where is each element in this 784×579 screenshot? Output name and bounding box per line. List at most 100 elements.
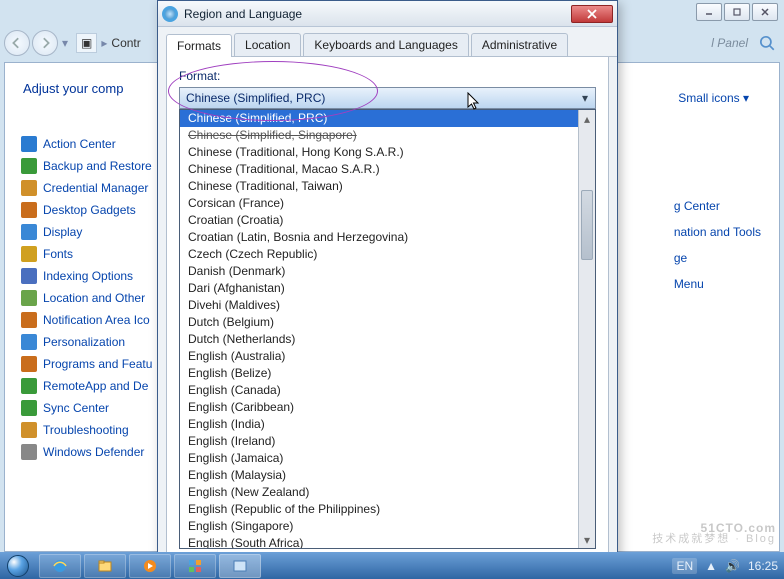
back-button[interactable] <box>4 30 30 56</box>
taskbar-explorer-icon[interactable] <box>84 554 126 578</box>
taskbar-ie-icon[interactable] <box>39 554 81 578</box>
window-controls <box>696 3 778 21</box>
dropdown-option[interactable]: Chinese (Traditional, Hong Kong S.A.R.) <box>180 144 578 161</box>
cp-item-icon <box>21 290 37 306</box>
format-combo: Chinese (Simplified, PRC) ▾ Chinese (Sim… <box>179 87 596 109</box>
cp-item[interactable]: Backup and Restore <box>9 155 169 177</box>
breadcrumb-text[interactable]: Contr <box>111 36 140 50</box>
cp-item[interactable]: Action Center <box>9 133 169 155</box>
cp-item-label: Desktop Gadgets <box>43 203 136 217</box>
cp-item-fragment[interactable]: Menu <box>674 271 761 297</box>
cp-item-fragment[interactable]: ge <box>674 245 761 271</box>
format-select[interactable]: Chinese (Simplified, PRC) ▾ <box>179 87 596 109</box>
dropdown-option[interactable]: English (Caribbean) <box>180 399 578 416</box>
cp-item[interactable]: Sync Center <box>9 397 169 419</box>
cp-item[interactable]: Display <box>9 221 169 243</box>
dropdown-option[interactable]: Divehi (Maldives) <box>180 297 578 314</box>
cp-item-label: Programs and Featu <box>43 357 152 371</box>
cp-item-icon <box>21 268 37 284</box>
dropdown-option[interactable]: English (Malaysia) <box>180 467 578 484</box>
minimize-button[interactable] <box>696 3 722 21</box>
cp-item[interactable]: Notification Area Ico <box>9 309 169 331</box>
dropdown-option[interactable]: Chinese (Simplified, Singapore) <box>180 127 578 144</box>
cp-item[interactable]: Desktop Gadgets <box>9 199 169 221</box>
tab-formats[interactable]: Formats <box>166 34 232 57</box>
cp-item-label: RemoteApp and De <box>43 379 148 393</box>
taskbar-app-icon[interactable] <box>174 554 216 578</box>
cp-item[interactable]: Personalization <box>9 331 169 353</box>
system-tray: EN ▲ 🔊 16:25 <box>672 558 784 574</box>
lang-indicator[interactable]: EN <box>672 558 697 574</box>
cp-item[interactable]: Programs and Featu <box>9 353 169 375</box>
cp-item-icon <box>21 444 37 460</box>
maximize-button[interactable] <box>724 3 750 21</box>
cp-item-fragment[interactable]: g Center <box>674 193 761 219</box>
dropdown-option[interactable]: Dutch (Netherlands) <box>180 331 578 348</box>
tray-flag-icon[interactable]: ▲ <box>705 559 717 573</box>
cp-item[interactable]: Location and Other <box>9 287 169 309</box>
forward-button[interactable] <box>32 30 58 56</box>
cp-item-icon <box>21 136 37 152</box>
globe-icon <box>162 6 178 22</box>
dropdown-option[interactable]: English (Jamaica) <box>180 450 578 467</box>
dropdown-option[interactable]: English (India) <box>180 416 578 433</box>
tray-volume-icon[interactable]: 🔊 <box>725 559 740 573</box>
control-panel-items: Action Center Backup and Restore Credentia… <box>9 133 169 463</box>
cp-item-label: Fonts <box>43 247 73 261</box>
dropdown-option[interactable]: Dutch (Belgium) <box>180 314 578 331</box>
dropdown-option[interactable]: Chinese (Traditional, Taiwan) <box>180 178 578 195</box>
tab-keyboards-and-languages[interactable]: Keyboards and Languages <box>303 33 468 56</box>
dropdown-option[interactable]: English (Australia) <box>180 348 578 365</box>
search-icon[interactable] <box>758 34 776 52</box>
watermark-sub: 技术成就梦想 · Blog <box>652 534 776 545</box>
cp-item[interactable]: RemoteApp and De <box>9 375 169 397</box>
watermark: 51CTO.com 技术成就梦想 · Blog <box>652 522 776 545</box>
dropdown-option[interactable]: English (Belize) <box>180 365 578 382</box>
dropdown-option[interactable]: English (Canada) <box>180 382 578 399</box>
dropdown-option[interactable]: Czech (Czech Republic) <box>180 246 578 263</box>
cp-item-label: Display <box>43 225 82 239</box>
dropdown-option[interactable]: English (Republic of the Philippines) <box>180 501 578 518</box>
clock[interactable]: 16:25 <box>748 559 778 573</box>
dialog-body: Format: Chinese (Simplified, PRC) ▾ Chin… <box>166 57 609 555</box>
taskbar-wmp-icon[interactable] <box>129 554 171 578</box>
dropdown-option[interactable]: Croatian (Latin, Bosnia and Herzegovina) <box>180 229 578 246</box>
tab-location[interactable]: Location <box>234 33 301 56</box>
dialog-titlebar[interactable]: Region and Language <box>158 1 617 27</box>
cp-item-icon <box>21 400 37 416</box>
dropdown-option[interactable]: Chinese (Simplified, PRC) <box>180 110 578 127</box>
dropdown-option[interactable]: English (Singapore) <box>180 518 578 535</box>
dropdown-scrollbar[interactable]: ▴ ▾ <box>578 110 595 548</box>
cp-item[interactable]: Indexing Options <box>9 265 169 287</box>
cp-item-label: Location and Other <box>43 291 145 305</box>
cp-item[interactable]: Fonts <box>9 243 169 265</box>
cp-item-icon <box>21 422 37 438</box>
tab-administrative[interactable]: Administrative <box>471 33 568 56</box>
dropdown-option[interactable]: English (New Zealand) <box>180 484 578 501</box>
scroll-down-icon[interactable]: ▾ <box>579 531 595 548</box>
dropdown-option[interactable]: English (South Africa) <box>180 535 578 548</box>
close-button[interactable] <box>752 3 778 21</box>
cp-item-label: Sync Center <box>43 401 109 415</box>
breadcrumb-root-icon[interactable]: ▣ <box>76 33 97 53</box>
dropdown-list[interactable]: Chinese (Simplified, PRC)Chinese (Simpli… <box>180 110 578 548</box>
scroll-thumb[interactable] <box>581 190 593 260</box>
dropdown-option[interactable]: Danish (Denmark) <box>180 263 578 280</box>
breadcrumb[interactable]: ▣ ▸ Contr <box>76 33 141 53</box>
dialog-close-button[interactable] <box>571 5 613 23</box>
start-button[interactable] <box>0 552 36 579</box>
cp-item-label: Backup and Restore <box>43 159 152 173</box>
dropdown-option[interactable]: Chinese (Traditional, Macao S.A.R.) <box>180 161 578 178</box>
scroll-up-icon[interactable]: ▴ <box>579 110 595 127</box>
cp-item[interactable]: Credential Manager <box>9 177 169 199</box>
view-by-select[interactable]: Small icons <box>678 91 749 105</box>
dropdown-option[interactable]: Croatian (Croatia) <box>180 212 578 229</box>
dropdown-option[interactable]: Corsican (France) <box>180 195 578 212</box>
cp-item-label: Windows Defender <box>43 445 144 459</box>
dropdown-option[interactable]: English (Ireland) <box>180 433 578 450</box>
cp-item[interactable]: Windows Defender <box>9 441 169 463</box>
taskbar-control-panel[interactable] <box>219 554 261 578</box>
cp-item-fragment[interactable]: nation and Tools <box>674 219 761 245</box>
dropdown-option[interactable]: Dari (Afghanistan) <box>180 280 578 297</box>
cp-item[interactable]: Troubleshooting <box>9 419 169 441</box>
